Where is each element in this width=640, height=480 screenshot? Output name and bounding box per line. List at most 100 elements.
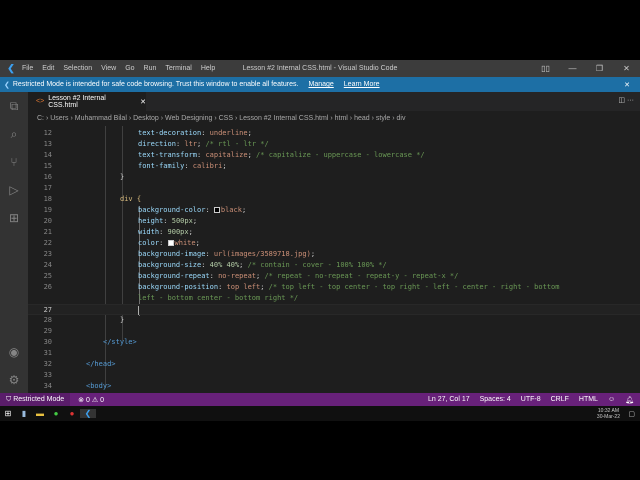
css-property: background-repeat	[138, 272, 210, 280]
layout-icon[interactable]: ▯▯	[532, 60, 559, 77]
split-editor-icon[interactable]: ◫	[618, 97, 625, 104]
start-icon[interactable]: ⊞	[0, 409, 16, 418]
restricted-mode-status[interactable]: ⛉ Restricted Mode	[0, 393, 71, 406]
chrome-icon[interactable]: ●	[48, 409, 64, 418]
run-debug-icon[interactable]: ▷	[0, 176, 28, 204]
breadcrumb-item[interactable]: Muhammad Bilal	[75, 115, 127, 122]
line-number: 22	[43, 239, 52, 247]
line-number: 13	[43, 140, 52, 148]
code-line: 14 text-transform: capitalize; /* capital…	[28, 150, 640, 161]
close-icon[interactable]: ✕	[624, 81, 630, 89]
end-of-line[interactable]: CRLF	[551, 396, 569, 404]
menu-edit[interactable]: Edit	[42, 65, 54, 72]
learn-more-link[interactable]: Learn More	[344, 81, 380, 88]
notification-center-icon[interactable]: ▢	[628, 410, 635, 418]
breadcrumb-item[interactable]: div	[397, 115, 406, 122]
line-number: 24	[43, 261, 52, 269]
account-icon[interactable]: ◉	[0, 338, 28, 366]
breadcrumb-item[interactable]: Desktop	[133, 115, 159, 122]
code-line: 23 background-image: url(images/3589718.j…	[28, 249, 640, 260]
code-line: 21 width: 900px;	[28, 227, 640, 238]
windows-taskbar: ⊞ ▮ ▬ ● ● ❮ 10:32 AM 30-Mar-22 ▢	[0, 406, 640, 421]
css-property: text-decoration	[138, 129, 202, 137]
clock[interactable]: 10:32 AM 30-Mar-22	[597, 408, 620, 420]
code-text: }	[120, 315, 124, 326]
browser-icon[interactable]: ●	[64, 409, 80, 418]
title-bar: ❮ File Edit Selection View Go Run Terminal Help…	[0, 60, 640, 77]
menu-help[interactable]: Help	[201, 65, 215, 72]
code-comment: /* repeat - no-repeat - repeat-y - repea…	[264, 272, 459, 280]
line-number: 29	[43, 327, 52, 335]
code-line: 29	[28, 326, 640, 337]
extensions-icon[interactable]: ⊞	[0, 204, 28, 232]
code-line: 25 background-repeat: no-repeat; /* repea…	[28, 271, 640, 282]
close-button[interactable]: ✕	[613, 60, 640, 77]
notifications-icon[interactable]: 🔔︎	[625, 396, 634, 404]
menu-selection[interactable]: Selection	[63, 65, 92, 72]
indentation[interactable]: Spaces: 4	[480, 396, 511, 404]
color-swatch	[213, 207, 220, 213]
breadcrumb-item[interactable]: Users	[50, 115, 68, 122]
colon: :	[218, 283, 227, 291]
breadcrumb-item[interactable]: Lesson #2 Internal CSS.html	[239, 115, 328, 122]
language-mode[interactable]: HTML	[579, 396, 598, 404]
encoding[interactable]: UTF-8	[521, 396, 541, 404]
css-property: background-size	[138, 261, 202, 269]
breadcrumb-item[interactable]: style	[376, 115, 390, 122]
colon: :	[163, 217, 172, 225]
breadcrumb-item[interactable]: html	[335, 115, 348, 122]
menu-file[interactable]: File	[22, 65, 33, 72]
cursor-position[interactable]: Ln 27, Col 17	[428, 396, 470, 404]
code-line: 34 <body>	[28, 381, 640, 392]
gear-icon[interactable]: ⚙	[0, 366, 28, 394]
text-cursor	[138, 305, 139, 315]
vscode-logo-icon: ❮	[7, 63, 15, 73]
code-line: 28}	[28, 315, 640, 326]
tab-lesson-2[interactable]: <> Lesson #2 Internal CSS.html ✕	[28, 92, 146, 111]
search-icon[interactable]: ⌕	[0, 120, 28, 148]
colon: :	[205, 206, 214, 214]
code-line: 16}	[28, 172, 640, 183]
code-text: direction: ltr; /* rtl - ltr */	[138, 139, 269, 150]
line-number: 34	[43, 382, 52, 390]
colon: :	[205, 250, 214, 258]
code-line: 26 background-position: top left; /* top …	[28, 282, 640, 293]
banner-text: Restricted Mode is intended for safe cod…	[12, 81, 299, 88]
breadcrumb-item[interactable]: C:	[37, 115, 44, 122]
menu-go[interactable]: Go	[125, 65, 134, 72]
code-line: 31	[28, 348, 640, 359]
more-actions-icon[interactable]: ···	[627, 97, 634, 104]
code-text: font-family: calibri;	[138, 161, 227, 172]
menu-run[interactable]: Run	[144, 65, 157, 72]
feedback-icon[interactable]: ☺	[608, 396, 615, 404]
vscode-taskbar-icon[interactable]: ❮	[80, 409, 96, 418]
css-value: url(images/3589718.jpg)	[213, 250, 311, 258]
problems-status[interactable]: ⊗ 0 ⚠ 0	[78, 396, 104, 404]
restore-button[interactable]: ❐	[586, 60, 613, 77]
semicolon: ;	[195, 239, 200, 247]
css-value: 500px	[171, 217, 193, 225]
breadcrumb-item[interactable]: head	[354, 115, 370, 122]
menu-view[interactable]: View	[101, 65, 116, 72]
code-text: text-transform: capitalize; /* capitaliz…	[138, 150, 425, 161]
css-value: capitalize	[205, 151, 248, 159]
file-explorer-icon[interactable]: ▬	[32, 409, 48, 418]
code-editor[interactable]: 11text-align: center;12text-decoration: …	[28, 126, 640, 393]
source-control-icon[interactable]: ⑂	[0, 148, 28, 176]
task-view-icon[interactable]: ▮	[16, 409, 32, 418]
breadcrumb-item[interactable]: CSS	[219, 115, 233, 122]
code-text: div {	[120, 194, 141, 205]
breadcrumb-item[interactable]: Web Designing	[165, 115, 212, 122]
manage-link[interactable]: Manage	[308, 81, 333, 88]
code-text: color: white;	[138, 238, 200, 249]
explorer-icon[interactable]: ⧉	[0, 92, 28, 120]
wrapped-line: left - bottom center - bottom right */	[28, 293, 640, 304]
code-line: 15 font-family: calibri;	[28, 161, 640, 172]
code-line: 33	[28, 370, 640, 381]
menu-terminal[interactable]: Terminal	[165, 65, 191, 72]
activity-bar: ⧉ ⌕ ⑂ ▷ ⊞ ◉ ⚙	[0, 92, 28, 393]
close-icon[interactable]: ✕	[140, 98, 146, 106]
minimize-button[interactable]: —	[559, 60, 586, 77]
code-line: 20 height: 500px;	[28, 216, 640, 227]
colon: :	[184, 162, 193, 170]
